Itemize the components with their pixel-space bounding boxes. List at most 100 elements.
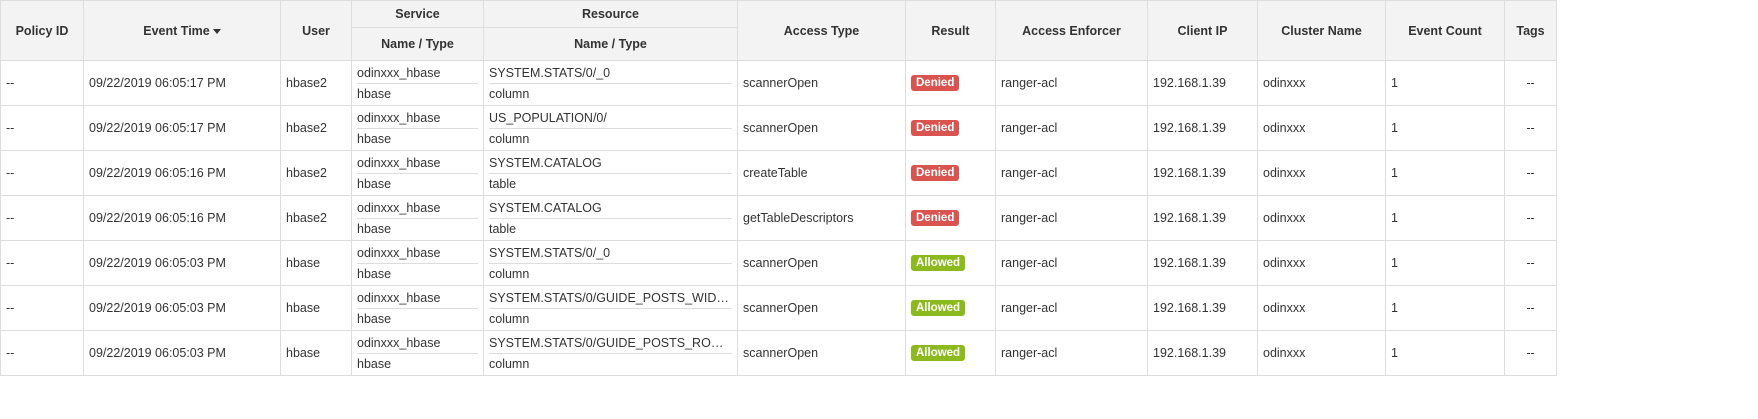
- result-badge: Denied: [911, 120, 960, 136]
- cell-access-enforcer: ranger-acl: [995, 150, 1148, 196]
- header-cluster-name: Cluster Name: [1257, 0, 1386, 61]
- cell-service: odinxxx_hbasehbase: [351, 105, 484, 151]
- cell-event-count: 1: [1385, 330, 1505, 376]
- cell-access-enforcer: ranger-acl: [995, 60, 1148, 106]
- result-badge: Denied: [911, 75, 960, 91]
- table-row[interactable]: -- 09/22/2019 06:05:03 PM hbase odinxxx_hba…: [0, 330, 1557, 376]
- cell-policy-id: --: [0, 105, 84, 151]
- result-badge: Allowed: [911, 345, 966, 361]
- header-service-name-type: Name / Type: [351, 27, 484, 61]
- table-row[interactable]: -- 09/22/2019 06:05:16 PM hbase2 odinxxx_hb…: [0, 195, 1557, 241]
- cell-policy-id: --: [0, 150, 84, 196]
- service-name: odinxxx_hbase: [357, 198, 478, 219]
- table-row[interactable]: -- 09/22/2019 06:05:03 PM hbase odinxxx_hba…: [0, 285, 1557, 331]
- cell-service: odinxxx_hbase hbase: [351, 330, 484, 376]
- table-row[interactable]: -- 09/22/2019 06:05:16 PM hbase2 odinxxx_hb…: [0, 150, 1557, 196]
- cell-policy-id: --: [0, 60, 84, 106]
- cell-event-count: 1: [1385, 150, 1505, 196]
- audit-log-table: Policy ID Event Time User Service Resour…: [0, 0, 1557, 376]
- cell-cluster-name: odinxxx: [1257, 285, 1386, 331]
- cell-cluster-name: odinxxx: [1257, 105, 1386, 151]
- result-badge: Denied: [911, 210, 960, 226]
- header-client-ip: Client IP: [1147, 0, 1258, 61]
- header-user: User: [280, 0, 352, 61]
- cell-access-type: getTableDescriptors: [737, 195, 906, 241]
- cell-event-time: 09/22/2019 06:05:16 PM: [83, 195, 281, 241]
- cell-resource: SYSTEM.STATS/0/GUIDE_POSTS_WIDTHcolumn: [483, 285, 738, 331]
- header-access-enforcer: Access Enforcer: [995, 0, 1148, 61]
- service-name: odinxxx_hbase: [357, 333, 478, 354]
- resource-type: table: [489, 176, 517, 191]
- cell-event-time: 09/22/2019 06:05:16 PM: [83, 150, 281, 196]
- cell-access-type: createTable: [737, 150, 906, 196]
- result-badge: Denied: [911, 165, 960, 181]
- cell-tags: --: [1504, 60, 1557, 106]
- resource-type: column: [489, 311, 530, 326]
- cell-event-count: 1: [1385, 285, 1505, 331]
- cell-resource: US_POPULATION/0/column: [483, 105, 738, 151]
- service-type: hbase: [357, 86, 392, 101]
- header-service-group: Service: [351, 0, 484, 28]
- cell-result: Allowed: [905, 285, 996, 331]
- service-name: odinxxx_hbase: [357, 108, 478, 129]
- service-type: hbase: [357, 131, 392, 146]
- service-type: hbase: [357, 176, 392, 191]
- resource-type: column: [489, 266, 530, 281]
- cell-tags: --: [1504, 150, 1557, 196]
- cell-service: odinxxx_hbase hbase: [351, 285, 484, 331]
- service-type: hbase: [357, 311, 392, 326]
- resource-type: column: [489, 86, 530, 101]
- cell-cluster-name: odinxxx: [1257, 60, 1386, 106]
- cell-client-ip: 192.168.1.39: [1147, 240, 1258, 286]
- cell-event-count: 1: [1385, 60, 1505, 106]
- cell-client-ip: 192.168.1.39: [1147, 150, 1258, 196]
- cell-policy-id: --: [0, 330, 84, 376]
- sort-desc-icon[interactable]: [212, 28, 221, 34]
- service-name: odinxxx_hbase: [357, 243, 478, 264]
- cell-client-ip: 192.168.1.39: [1147, 105, 1258, 151]
- cell-resource: SYSTEM.CATALOG table: [483, 150, 738, 196]
- header-access-type: Access Type: [737, 0, 906, 61]
- cell-policy-id: --: [0, 285, 84, 331]
- table-row[interactable]: -- 09/22/2019 06:05:17 PM hbase2 odinxxx_hb…: [0, 60, 1557, 106]
- table-row[interactable]: -- 09/22/2019 06:05:03 PM hbase odinxxx_hba…: [0, 240, 1557, 286]
- header-tags: Tags: [1504, 0, 1557, 61]
- header-resource-group: Resource: [483, 0, 738, 28]
- cell-tags: --: [1504, 285, 1557, 331]
- resource-type: column: [489, 356, 530, 371]
- header-result: Result: [905, 0, 996, 61]
- cell-event-count: 1: [1385, 240, 1505, 286]
- service-type: hbase: [357, 266, 392, 281]
- cell-cluster-name: odinxxx: [1257, 195, 1386, 241]
- cell-access-enforcer: ranger-acl: [995, 240, 1148, 286]
- resource-name: SYSTEM.STATS/0/GUIDE_POSTS_WIDTH: [489, 288, 732, 309]
- cell-event-time: 09/22/2019 06:05:03 PM: [83, 285, 281, 331]
- cell-resource: SYSTEM.STATS/0/GUIDE_POSTS_ROW...column: [483, 330, 738, 376]
- resource-name: SYSTEM.CATALOG: [489, 153, 732, 174]
- cell-policy-id: --: [0, 195, 84, 241]
- header-event-count: Event Count: [1385, 0, 1505, 61]
- cell-event-count: 1: [1385, 105, 1505, 151]
- cell-access-type: scannerOpen: [737, 285, 906, 331]
- cell-client-ip: 192.168.1.39: [1147, 285, 1258, 331]
- resource-name: SYSTEM.STATS/0/_0: [489, 243, 732, 264]
- table-row[interactable]: -- 09/22/2019 06:05:17 PM hbase2 odinxxx_hb…: [0, 105, 1557, 151]
- cell-access-type: scannerOpen: [737, 60, 906, 106]
- cell-resource: SYSTEM.STATS/0/_0 column: [483, 60, 738, 106]
- cell-user: hbase: [280, 240, 352, 286]
- cell-user: hbase2: [280, 105, 352, 151]
- service-type: hbase: [357, 221, 392, 236]
- cell-resource: SYSTEM.STATS/0/_0column: [483, 240, 738, 286]
- cell-access-enforcer: ranger-acl: [995, 195, 1148, 241]
- cell-client-ip: 192.168.1.39: [1147, 60, 1258, 106]
- cell-event-time: 09/22/2019 06:05:03 PM: [83, 330, 281, 376]
- cell-access-type: scannerOpen: [737, 330, 906, 376]
- header-event-time[interactable]: Event Time: [83, 0, 281, 61]
- cell-service: odinxxx_hbasehbase: [351, 195, 484, 241]
- resource-name: SYSTEM.STATS/0/GUIDE_POSTS_ROW...: [489, 333, 732, 354]
- resource-name: US_POPULATION/0/: [489, 108, 732, 129]
- cell-user: hbase2: [280, 150, 352, 196]
- cell-resource: SYSTEM.CATALOG table: [483, 195, 738, 241]
- cell-tags: --: [1504, 105, 1557, 151]
- resource-type: table: [489, 221, 517, 236]
